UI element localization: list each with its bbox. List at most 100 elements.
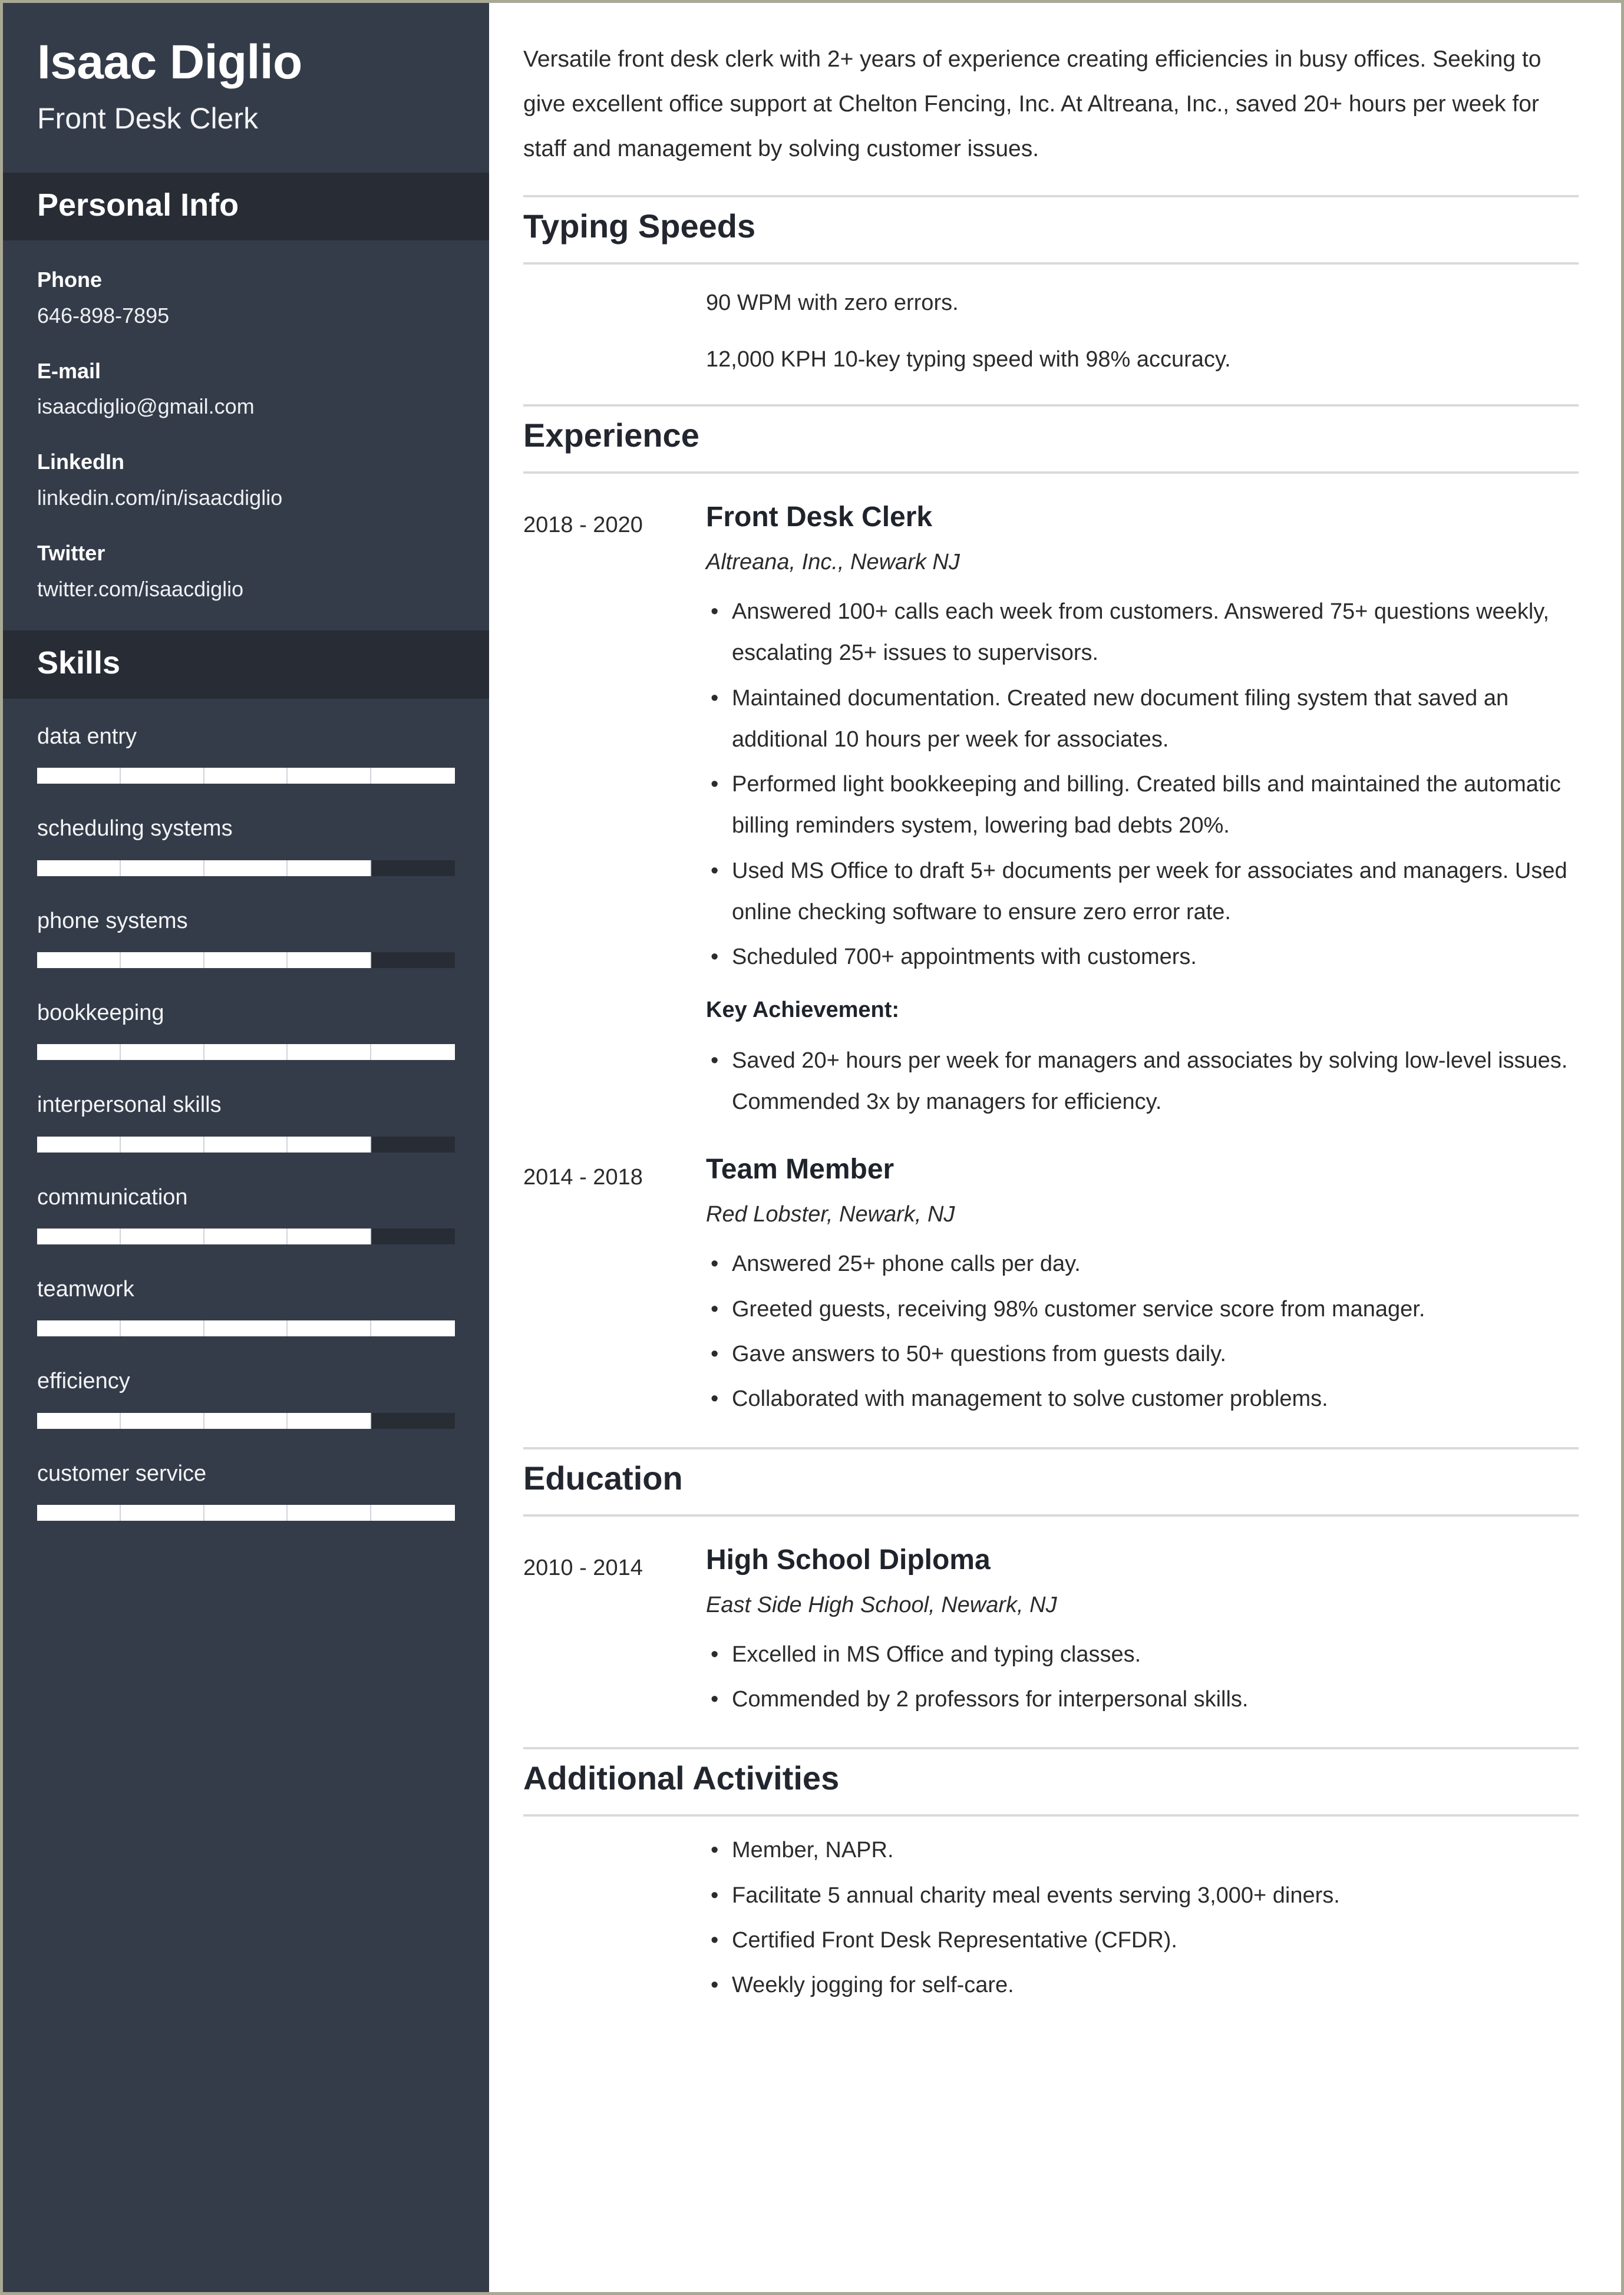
contact-value[interactable]: twitter.com/isaacdiglio <box>37 576 455 603</box>
summary-text: Versatile front desk clerk with 2+ years… <box>523 47 1542 162</box>
skill-item: customer service <box>37 1459 455 1521</box>
candidate-name: Isaac Diglio <box>37 35 302 89</box>
additional-activities-list: Member, NAPR. Facilitate 5 annual charit… <box>523 1830 1579 2006</box>
skill-item: phone systems <box>37 907 455 968</box>
skill-level-fill <box>37 1320 455 1337</box>
skill-level-fill <box>37 1136 372 1153</box>
list-item: Saved 20+ hours per week for managers an… <box>706 1040 1579 1123</box>
experience-entry: 2018 - 2020 Front Desk Clerk Altreana, I… <box>523 500 1579 1126</box>
skill-level-bar <box>37 860 455 876</box>
personal-info-header: Personal Info <box>3 172 489 240</box>
entry-details: Team Member Red Lobster, Newark, NJ Answ… <box>706 1152 1579 1423</box>
skill-level-fill <box>37 1044 455 1061</box>
skills-heading: Skills <box>37 645 121 681</box>
personal-info-heading: Personal Info <box>37 187 239 223</box>
section-typing-speeds: Typing Speeds 90 WPM with zero errors. 1… <box>523 195 1579 381</box>
entry-organization: Red Lobster, Newark, NJ <box>706 1202 955 1227</box>
skill-level-bar <box>37 1136 455 1153</box>
entry-role-title: Team Member <box>706 1154 894 1186</box>
key-achievement-list: Saved 20+ hours per week for managers an… <box>706 1040 1579 1123</box>
section-experience: Experience 2018 - 2020 Front Desk Clerk … <box>523 404 1579 1424</box>
skill-level-fill <box>37 1412 372 1429</box>
list-item: Answered 100+ calls each week from custo… <box>706 591 1579 674</box>
entry-date-range: 2014 - 2018 <box>523 1165 643 1190</box>
resume-page: Isaac Diglio Front Desk Clerk Personal I… <box>0 0 1624 2295</box>
skill-level-bar <box>37 952 455 968</box>
skill-level-fill <box>37 1229 372 1245</box>
skill-label: efficiency <box>37 1369 130 1394</box>
skill-item: bookkeeping <box>37 999 455 1061</box>
entry-bullet-list: Excelled in MS Office and typing classes… <box>706 1634 1579 1721</box>
skill-level-bar <box>37 1412 455 1429</box>
entry-organization: Altreana, Inc., Newark NJ <box>706 549 960 574</box>
contact-value[interactable]: linkedin.com/in/isaacdiglio <box>37 484 455 512</box>
list-item: Excelled in MS Office and typing classes… <box>706 1634 1579 1676</box>
education-entry: 2010 - 2014 High School Diploma East Sid… <box>523 1543 1579 1724</box>
sidebar: Isaac Diglio Front Desk Clerk Personal I… <box>3 3 489 2292</box>
skill-item: efficiency <box>37 1367 455 1429</box>
additional-activities-heading: Additional Activities <box>523 1747 1579 1817</box>
list-item: Maintained documentation. Created new do… <box>706 678 1579 761</box>
contact-value[interactable]: 646-898-7895 <box>37 302 455 330</box>
skill-level-bar <box>37 1229 455 1245</box>
list-item: Weekly jogging for self-care. <box>706 1964 1579 2006</box>
skills-header: Skills <box>3 630 489 699</box>
list-item: Used MS Office to draft 5+ documents per… <box>706 850 1579 933</box>
list-item: Performed light bookkeeping and billing.… <box>706 764 1579 847</box>
list-item: Answered 25+ phone calls per day. <box>706 1243 1579 1285</box>
list-item: Member, NAPR. <box>706 1830 1579 1871</box>
skill-level-fill <box>37 860 372 876</box>
experience-heading: Experience <box>523 404 1579 474</box>
contact-label: LinkedIn <box>37 450 125 474</box>
list-item: Commended by 2 professors for interperso… <box>706 1679 1579 1721</box>
typing-speed-line: 90 WPM with zero errors. <box>706 290 959 316</box>
list-item: Greeted guests, receiving 98% customer s… <box>706 1289 1579 1330</box>
key-achievement-label: Key Achievement: <box>706 997 900 1022</box>
candidate-job-title: Front Desk Clerk <box>37 102 259 136</box>
skill-level-fill <box>37 1505 455 1521</box>
contact-value[interactable]: isaacdiglio@gmail.com <box>37 393 455 421</box>
entry-date-range: 2018 - 2020 <box>523 512 643 537</box>
entry-details: High School Diploma East Side High Schoo… <box>706 1543 1579 1724</box>
entry-date-range: 2010 - 2014 <box>523 1555 643 1580</box>
skill-label: communication <box>37 1184 188 1210</box>
entry-details: Front Desk Clerk Altreana, Inc., Newark … <box>706 500 1579 1126</box>
contact-item-linkedin: LinkedIn linkedin.com/in/isaacdiglio <box>37 448 455 512</box>
skill-level-fill <box>37 768 455 784</box>
contact-item-phone: Phone 646-898-7895 <box>37 266 455 330</box>
entry-bullet-list: Answered 25+ phone calls per day. Greete… <box>706 1243 1579 1419</box>
list-item: Collaborated with management to solve cu… <box>706 1378 1579 1420</box>
typing-speeds-heading: Typing Speeds <box>523 195 1579 265</box>
skill-label: data entry <box>37 724 137 749</box>
main-content: Versatile front desk clerk with 2+ years… <box>489 3 1621 2292</box>
contact-label: Phone <box>37 267 103 292</box>
contact-label: E-mail <box>37 358 101 383</box>
list-item: Scheduled 700+ appointments with custome… <box>706 936 1579 978</box>
skill-label: bookkeeping <box>37 1000 164 1025</box>
education-heading: Education <box>523 1447 1579 1517</box>
skill-level-bar <box>37 1320 455 1337</box>
section-additional-activities: Additional Activities Member, NAPR. Faci… <box>523 1747 1579 2006</box>
personal-info-list: Phone 646-898-7895 E-mail isaacdiglio@gm… <box>3 240 489 603</box>
section-education: Education 2010 - 2014 High School Diplom… <box>523 1447 1579 1724</box>
skill-level-bar <box>37 1505 455 1521</box>
list-item: Facilitate 5 annual charity meal events … <box>706 1875 1579 1917</box>
contact-item-twitter: Twitter twitter.com/isaacdiglio <box>37 540 455 603</box>
identity-block: Isaac Diglio Front Desk Clerk <box>3 3 489 173</box>
skill-level-bar <box>37 768 455 784</box>
skill-item: communication <box>37 1183 455 1245</box>
experience-entry: 2014 - 2018 Team Member Red Lobster, New… <box>523 1152 1579 1423</box>
skill-level-bar <box>37 1044 455 1061</box>
skill-label: customer service <box>37 1461 207 1486</box>
summary-section: Versatile front desk clerk with 2+ years… <box>523 37 1579 171</box>
list-item: Certified Front Desk Representative (CFD… <box>706 1920 1579 1962</box>
skill-label: interpersonal skills <box>37 1092 222 1118</box>
entry-school: East Side High School, Newark, NJ <box>706 1592 1057 1617</box>
skill-item: interpersonal skills <box>37 1091 455 1153</box>
skill-label: phone systems <box>37 908 188 933</box>
entry-degree-title: High School Diploma <box>706 1544 991 1576</box>
entry-bullet-list: Answered 100+ calls each week from custo… <box>706 591 1579 978</box>
contact-label: Twitter <box>37 540 105 565</box>
skills-list: data entry scheduling systems phone syst… <box>3 699 489 1599</box>
skill-item: scheduling systems <box>37 814 455 876</box>
